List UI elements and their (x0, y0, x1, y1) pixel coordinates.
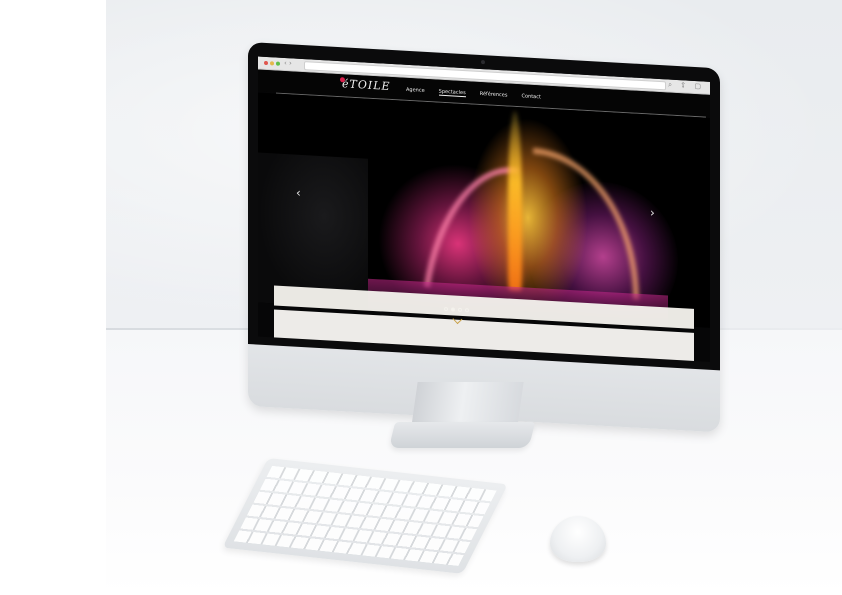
screen: ‹ › ⌕ ⇪ ▢ éTOILE Agence Spectacles Référ… (258, 56, 710, 362)
fountain-jet-right (533, 147, 639, 300)
nav-item-agence[interactable]: Agence (406, 87, 425, 95)
mouse (550, 516, 606, 562)
slider-prev-icon[interactable]: ‹ (296, 186, 301, 200)
keyboard-keys (233, 465, 497, 567)
maximize-window-button[interactable] (276, 61, 280, 66)
nav-item-references[interactable]: Références (480, 91, 508, 100)
screen-bezel: ‹ › ⌕ ⇪ ▢ éTOILE Agence Spectacles Référ… (248, 42, 720, 371)
fountain-jet-center (508, 110, 522, 292)
slider-next-icon[interactable]: › (650, 205, 655, 219)
nav-item-contact[interactable]: Contact (522, 93, 541, 101)
site-logo[interactable]: éTOILE (342, 77, 391, 93)
browser-nav-arrows-icon[interactable]: ‹ › (284, 59, 292, 67)
nav-item-spectacles[interactable]: Spectacles (438, 88, 466, 98)
close-window-button[interactable] (264, 60, 268, 66)
monitor-stand-base (388, 422, 536, 448)
imac-monitor: ‹ › ⌕ ⇪ ▢ éTOILE Agence Spectacles Référ… (248, 42, 720, 433)
camera-icon (481, 60, 485, 65)
minimize-window-button[interactable] (270, 61, 274, 66)
browser-actions-icon[interactable]: ⌕ ⇪ ▢ (668, 80, 704, 91)
